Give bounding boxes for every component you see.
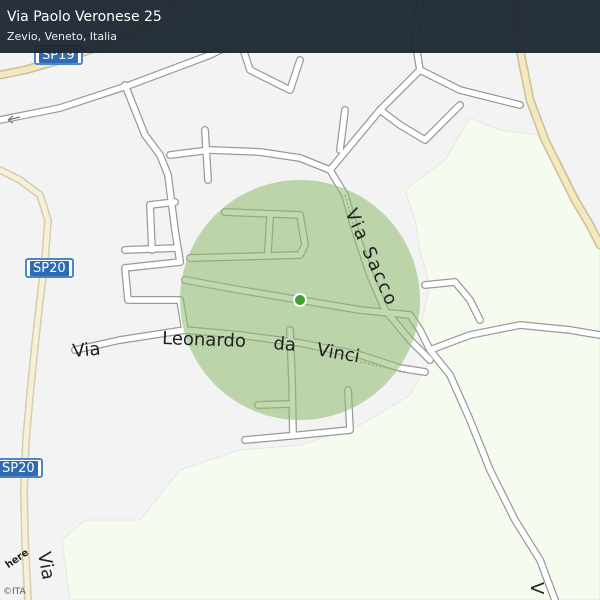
road-shield-sp20: SP20 [0, 458, 43, 478]
road-label-via: Via [72, 339, 102, 362]
address-subtitle: Zevio, Veneto, Italia [7, 30, 117, 43]
road-label-da: da [273, 333, 297, 356]
road-label-leonardo: Leonardo [162, 328, 246, 352]
map-canvas[interactable]: Via Sacco Via Leonardo da Vinci Via V [0, 0, 600, 600]
road-shield-sp20-label: SP20 [0, 461, 38, 476]
road-shield-sp20: SP20 [25, 258, 74, 278]
location-dot-core [295, 295, 305, 305]
location-header: Via Paolo Veronese 25 Zevio, Veneto, Ita… [0, 0, 600, 53]
road-shield-sp20-label: SP20 [30, 261, 69, 276]
address-title: Via Paolo Veronese 25 [7, 9, 162, 25]
copyright-text[interactable]: ©ITA [3, 587, 26, 597]
road-label-v-right: V [526, 582, 547, 595]
